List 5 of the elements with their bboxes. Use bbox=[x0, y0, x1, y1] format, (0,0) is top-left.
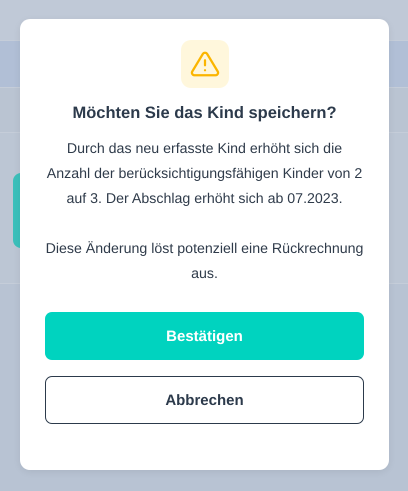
cancel-button[interactable]: Abbrechen bbox=[45, 376, 364, 424]
dialog-title: Möchten Sie das Kind speichern? bbox=[72, 104, 337, 123]
warning-icon bbox=[180, 40, 228, 88]
dialog-message: Diese Änderung löst potenziell eine Rückrechnung aus. bbox=[45, 240, 364, 284]
dialog-message: Durch das neu erfasste Kind erhöht sich die Anzahl der berücksichtigungsfähigen Kinder von 2 auf 3. Der Abschlag erhöht sich ab 07.2023. bbox=[46, 140, 364, 209]
